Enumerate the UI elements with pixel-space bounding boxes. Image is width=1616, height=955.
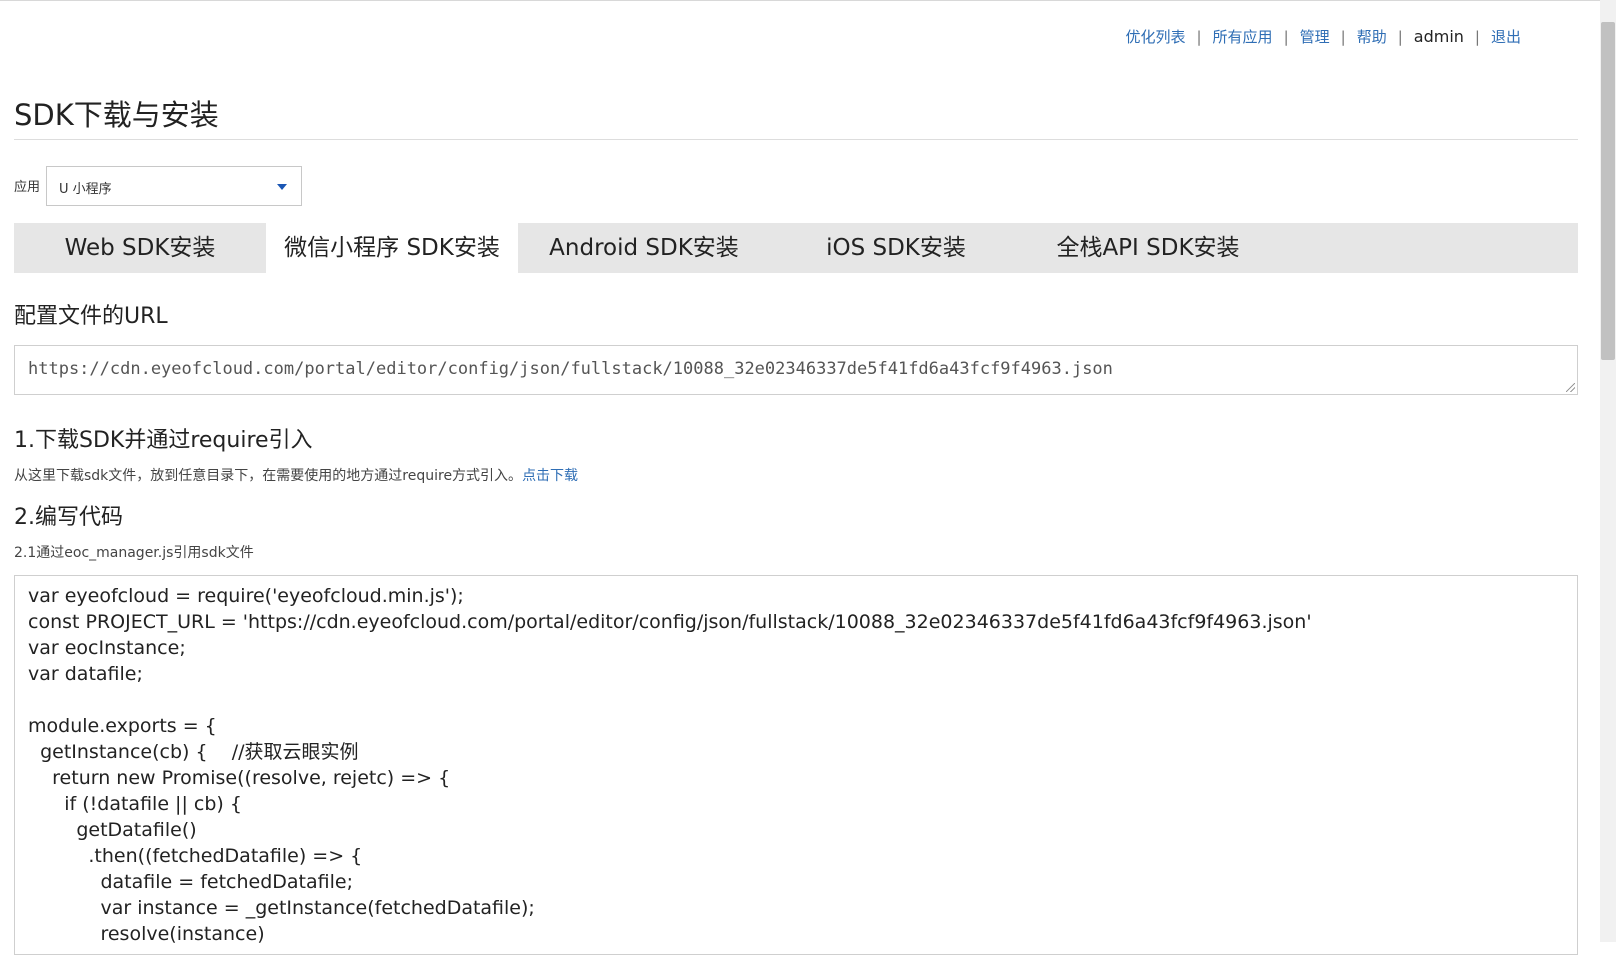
- nav-separator: |: [1397, 27, 1403, 46]
- app-select-label: 应用: [14, 180, 41, 195]
- tab-web-sdk[interactable]: Web SDK安装: [14, 223, 266, 273]
- code-line: var eocInstance;: [28, 637, 186, 659]
- code-line: getDatafile(): [28, 819, 197, 841]
- code-block[interactable]: var eyeofcloud = require('eyeofcloud.min…: [14, 575, 1578, 955]
- scrollbar-thumb[interactable]: [1601, 22, 1615, 360]
- code-line: module.exports = {: [28, 715, 217, 737]
- code-line: return new Promise((resolve, rejetc) => …: [28, 767, 451, 789]
- page-title: SDK下载与安装: [14, 98, 219, 132]
- tab-fullstack-api-sdk[interactable]: 全栈API SDK安装: [1022, 223, 1274, 273]
- chevron-down-icon: [277, 184, 287, 190]
- top-navigation: 优化列表 | 所有应用 | 管理 | 帮助 | admin | 退出: [1125, 26, 1521, 47]
- step2-subheading: 2.1通过eoc_manager.js引用sdk文件: [14, 545, 254, 561]
- tab-android-sdk[interactable]: Android SDK安装: [518, 223, 770, 273]
- code-line: datafile = fetchedDatafile;: [28, 871, 353, 893]
- code-line: var instance = _getInstance(fetchedDataf…: [28, 897, 535, 919]
- config-url-heading: 配置文件的URL: [14, 304, 168, 329]
- tab-ios-sdk[interactable]: iOS SDK安装: [770, 223, 1022, 273]
- sdk-tabs: Web SDK安装 微信小程序 SDK安装 Android SDK安装 iOS …: [14, 223, 1578, 273]
- step1-description-text: 从这里下载sdk文件，放到任意目录下，在需要使用的地方通过require方式引入…: [14, 468, 523, 484]
- config-url-value: https://cdn.eyeofcloud.com/portal/editor…: [28, 359, 1113, 379]
- download-link[interactable]: 点击下载: [522, 468, 578, 484]
- config-url-textarea[interactable]: https://cdn.eyeofcloud.com/portal/editor…: [14, 345, 1578, 395]
- title-divider: [14, 139, 1578, 140]
- page-scrollbar[interactable]: [1600, 0, 1616, 942]
- app-select[interactable]: U 小程序: [46, 166, 302, 206]
- code-line: if (!datafile || cb) {: [28, 793, 242, 815]
- nav-link-manage[interactable]: 管理: [1300, 26, 1330, 47]
- code-line: getInstance(cb) { //获取云眼实例: [28, 741, 359, 763]
- nav-separator: |: [1283, 27, 1289, 46]
- step1-description: 从这里下载sdk文件，放到任意目录下，在需要使用的地方通过require方式引入…: [14, 465, 578, 485]
- code-line: var eyeofcloud = require('eyeofcloud.min…: [28, 585, 464, 607]
- nav-separator: |: [1196, 27, 1202, 46]
- nav-link-all-apps[interactable]: 所有应用: [1213, 26, 1273, 47]
- resize-handle-icon[interactable]: [1566, 383, 1575, 392]
- code-line: var datafile;: [28, 663, 143, 685]
- code-line: const PROJECT_URL = 'https://cdn.eyeofcl…: [28, 611, 1312, 633]
- current-user: admin: [1413, 27, 1464, 46]
- code-content: var eyeofcloud = require('eyeofcloud.min…: [28, 583, 1312, 947]
- step1-heading: 1.下载SDK并通过require引入: [14, 428, 313, 453]
- nav-link-help[interactable]: 帮助: [1357, 26, 1387, 47]
- tab-wechat-miniprogram-sdk[interactable]: 微信小程序 SDK安装: [266, 223, 518, 273]
- nav-separator: |: [1474, 27, 1480, 46]
- step2-heading: 2.编写代码: [14, 505, 123, 530]
- top-border: [0, 0, 1600, 1]
- code-line: .then((fetchedDatafile) => {: [28, 845, 363, 867]
- nav-separator: |: [1340, 27, 1346, 46]
- nav-link-optimization-list[interactable]: 优化列表: [1125, 26, 1185, 47]
- logout-link[interactable]: 退出: [1491, 26, 1521, 47]
- app-select-value: U 小程序: [59, 182, 112, 197]
- code-line: resolve(instance): [28, 923, 265, 945]
